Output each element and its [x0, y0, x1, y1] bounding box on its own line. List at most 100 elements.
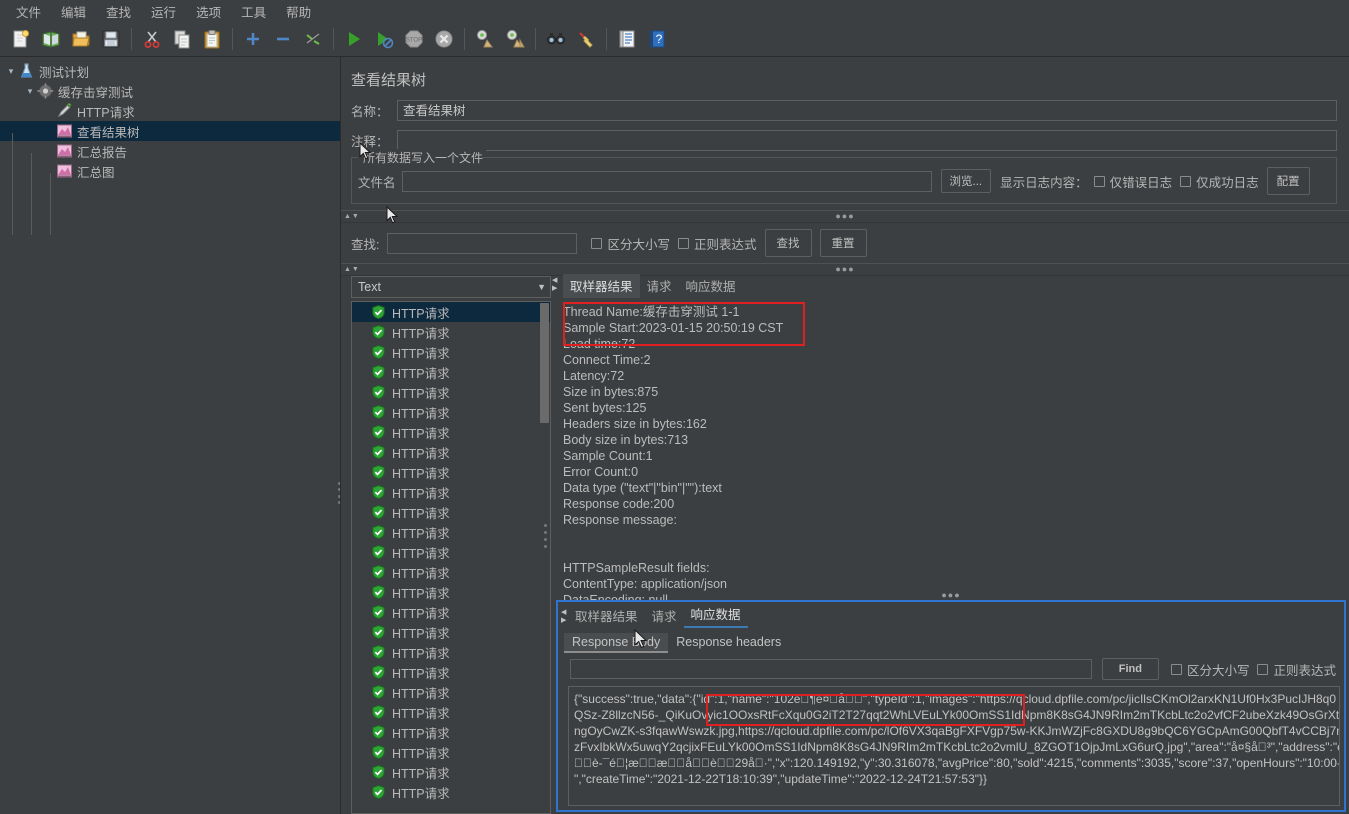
copy-icon[interactable] — [169, 26, 195, 52]
checkbox-box[interactable] — [1093, 175, 1105, 187]
search-case-sensitive-checkbox[interactable]: 区分大小写 — [591, 234, 670, 253]
tree-item-thread-group[interactable]: ▾ 缓存击穿测试 — [0, 81, 340, 101]
save-icon[interactable] — [98, 26, 124, 52]
comment-input[interactable] — [397, 130, 1337, 151]
result-list-item[interactable]: HTTP请求 — [352, 642, 550, 662]
errors-only-checkbox[interactable]: 仅错误日志 — [1093, 172, 1172, 191]
tab-scroll-right-icon-2[interactable]: ▶ — [561, 617, 566, 625]
cut-icon[interactable] — [139, 26, 165, 52]
success-only-checkbox[interactable]: 仅成功日志 — [1180, 172, 1259, 191]
menu-file[interactable]: 文件 — [6, 0, 51, 23]
response-body-text[interactable]: {"success":true,"data":{"id":1,"name":"1… — [568, 686, 1340, 806]
start-icon[interactable] — [341, 26, 367, 52]
result-list-item[interactable]: HTTP请求 — [352, 662, 550, 682]
subtab-response-body[interactable]: Response Body — [564, 633, 669, 653]
name-input[interactable]: 查看结果树 — [397, 100, 1337, 121]
checkbox-box-2[interactable] — [1180, 175, 1192, 187]
shutdown-icon[interactable] — [431, 26, 457, 52]
subtab-response-headers[interactable]: Response headers — [668, 633, 789, 652]
chevron-down-icon-3[interactable]: ▼ — [537, 282, 546, 292]
open-icon[interactable] — [68, 26, 94, 52]
reset-search-icon[interactable] — [573, 26, 599, 52]
tab-request-2[interactable]: 请求 — [645, 604, 684, 628]
result-list-item[interactable]: HTTP请求 — [352, 362, 550, 382]
clear-all-icon[interactable] — [502, 26, 528, 52]
response-find-input[interactable] — [570, 659, 1092, 679]
paste-icon[interactable] — [199, 26, 225, 52]
search-regex-checkbox[interactable]: 正则表达式 — [678, 234, 757, 253]
renderer-select[interactable]: Text ▼ — [351, 276, 551, 298]
filename-input[interactable] — [401, 170, 932, 192]
tree-item-http-request[interactable]: HTTP请求 — [0, 101, 340, 121]
menu-tools[interactable]: 工具 — [231, 0, 276, 23]
scrollbar-thumb[interactable] — [540, 303, 549, 423]
splitter-dots-icon-3[interactable]: ●●● — [941, 591, 960, 600]
result-list-item[interactable]: HTTP请求 — [352, 542, 550, 562]
result-list-item[interactable]: HTTP请求 — [352, 382, 550, 402]
collapse-icon[interactable] — [270, 26, 296, 52]
tab-response-data[interactable]: 响应数据 — [679, 274, 743, 298]
splitter-bar-3[interactable]: ●●● — [558, 590, 1344, 601]
test-plan-tree[interactable]: ▾ 测试计划 ▾ 缓存击穿测试 HTTP请求 查看结果树 汇总报告 汇总图 — [0, 57, 341, 814]
response-tab-scroll-arrows[interactable]: ◀ ▶ — [561, 609, 566, 625]
checkbox-box-7[interactable] — [1257, 663, 1269, 675]
clear-icon[interactable] — [472, 26, 498, 52]
find-button[interactable]: 查找 — [764, 229, 812, 257]
tab-scroll-left-icon[interactable]: ◀ — [552, 277, 557, 285]
result-list-item[interactable]: HTTP请求 — [352, 482, 550, 502]
templates-icon[interactable] — [38, 26, 64, 52]
grip-handle[interactable] — [544, 524, 551, 548]
menu-help[interactable]: 帮助 — [276, 0, 321, 23]
results-list[interactable]: HTTP请求 HTTP请求 HTTP请求 HTTP请求 HTTP请求 HTTP请求 HTTP… — [351, 301, 551, 814]
response-case-sensitive-checkbox[interactable]: 区分大小写 — [1170, 660, 1249, 679]
result-list-item[interactable]: HTTP请求 — [352, 582, 550, 602]
result-list-item[interactable]: HTTP请求 — [352, 762, 550, 782]
result-list-item[interactable]: HTTP请求 — [352, 702, 550, 722]
browse-button[interactable]: 浏览... — [940, 169, 992, 193]
result-list-item[interactable]: HTTP请求 — [352, 462, 550, 482]
result-list-item[interactable]: HTTP请求 — [352, 522, 550, 542]
tree-item-aggregate-graph[interactable]: 汇总图 — [0, 161, 340, 181]
result-list-item[interactable]: HTTP请求 — [352, 342, 550, 362]
tab-request[interactable]: 请求 — [640, 274, 679, 298]
chevron-down-icon-2[interactable]: ▾ — [23, 86, 37, 97]
function-helper-icon[interactable] — [614, 26, 640, 52]
result-list-item[interactable]: HTTP请求 — [352, 322, 550, 342]
result-list-item[interactable]: HTTP请求 — [352, 402, 550, 422]
toggle-icon[interactable] — [300, 26, 326, 52]
result-list-item[interactable]: HTTP请求 — [352, 782, 550, 802]
splitter-arrows-icon[interactable]: ▲▼ — [344, 213, 360, 220]
tab-response-data-2[interactable]: 响应数据 — [683, 602, 748, 628]
result-list-item[interactable]: HTTP请求 — [352, 682, 550, 702]
splitter-arrows-icon-2[interactable]: ▲▼ — [344, 266, 360, 273]
splitter-bar-2[interactable]: ▲▼ ●●● — [341, 263, 1349, 276]
menu-search[interactable]: 查找 — [96, 0, 141, 23]
result-list-item[interactable]: HTTP请求 — [352, 302, 550, 322]
tree-item-view-results-tree[interactable]: 查看结果树 — [0, 121, 340, 141]
splitter-bar-1[interactable]: ▲▼ ●●● — [341, 210, 1349, 223]
configure-button[interactable]: 配置 — [1266, 167, 1310, 195]
tab-scroll-arrows[interactable]: ◀ ▶ — [552, 277, 557, 293]
checkbox-box-4[interactable] — [678, 237, 689, 249]
help-icon[interactable]: ? — [644, 26, 670, 52]
tab-sampler-result-2[interactable]: 取样器结果 — [568, 604, 645, 628]
result-list-item[interactable]: HTTP请求 — [352, 422, 550, 442]
results-list-scrollbar[interactable] — [540, 303, 549, 812]
chevron-down-icon[interactable]: ▾ — [4, 66, 18, 77]
checkbox-box-6[interactable] — [1170, 663, 1182, 675]
result-list-item[interactable]: HTTP请求 — [352, 562, 550, 582]
splitter-dots-icon[interactable]: ●●● — [835, 212, 854, 221]
response-find-button[interactable]: Find — [1101, 658, 1159, 680]
reset-button[interactable]: 重置 — [819, 229, 867, 257]
new-icon[interactable] — [8, 26, 34, 52]
start-no-pauses-icon[interactable] — [371, 26, 397, 52]
tree-item-test-plan[interactable]: ▾ 测试计划 — [0, 61, 340, 81]
result-list-item[interactable]: HTTP请求 — [352, 622, 550, 642]
menu-run[interactable]: 运行 — [141, 0, 186, 23]
search-icon[interactable] — [543, 26, 569, 52]
menu-options[interactable]: 选项 — [186, 0, 231, 23]
response-regex-checkbox[interactable]: 正则表达式 — [1257, 660, 1336, 679]
result-list-item[interactable]: HTTP请求 — [352, 722, 550, 742]
result-list-item[interactable]: HTTP请求 — [352, 442, 550, 462]
menu-edit[interactable]: 编辑 — [51, 0, 96, 23]
